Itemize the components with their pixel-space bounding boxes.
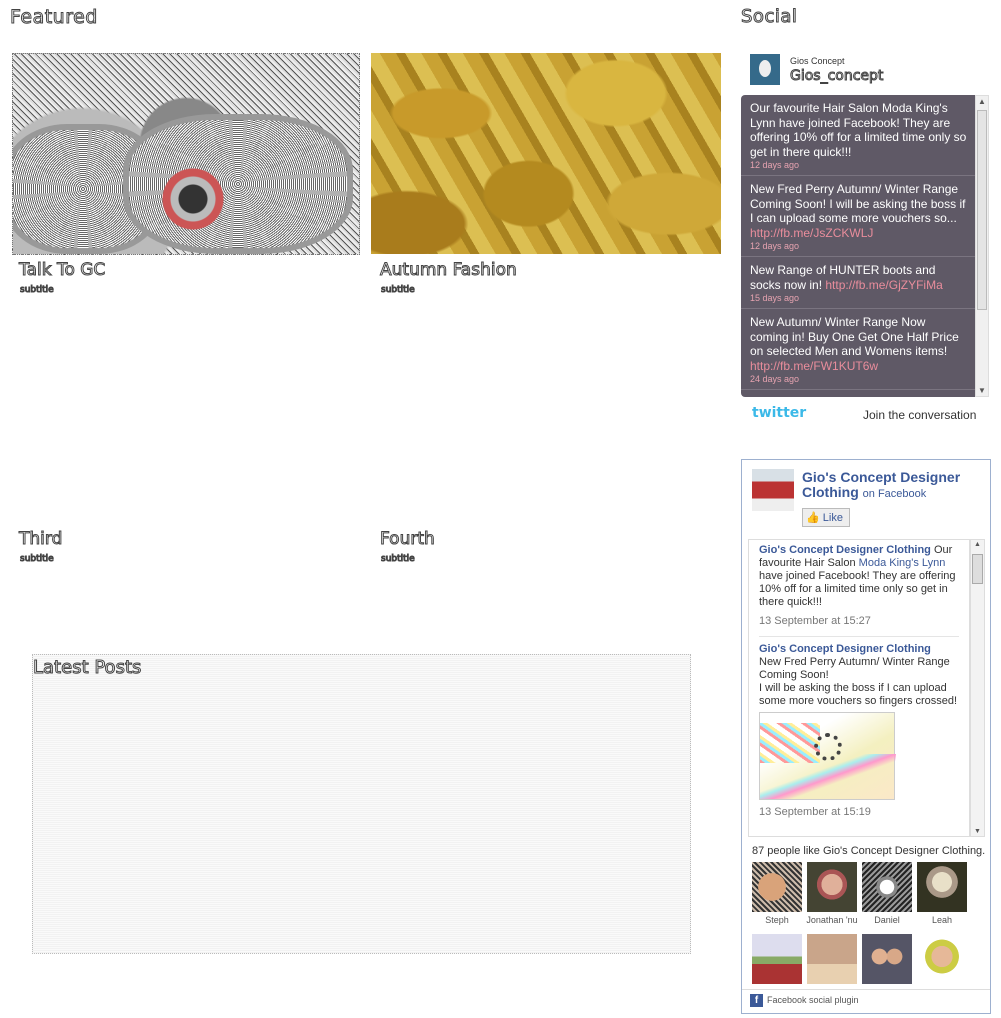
tweet-time[interactable]: 15 days ago bbox=[750, 292, 967, 304]
post-mention-link[interactable]: Moda King's Lynn bbox=[859, 557, 946, 569]
tweet-text: Our favourite Hair Salon Moda King's Lyn… bbox=[750, 101, 967, 159]
tweet-link[interactable]: http://fb.me/GjZYFiMa bbox=[825, 278, 942, 292]
twitter-feed[interactable]: Our favourite Hair Salon Moda King's Lyn… bbox=[741, 95, 975, 397]
facebook-post: Gio's Concept Designer Clothing New Fred… bbox=[759, 643, 959, 827]
fan-name[interactable]: Daniel bbox=[859, 915, 915, 925]
post-title-3[interactable]: Third bbox=[18, 529, 62, 550]
tweet-time[interactable]: 24 days ago bbox=[750, 373, 967, 385]
tweet-time[interactable]: 12 days ago bbox=[750, 240, 967, 252]
fan-avatar[interactable] bbox=[862, 862, 912, 912]
egg-icon bbox=[759, 60, 771, 77]
fan-avatar[interactable] bbox=[862, 934, 912, 984]
camera-reflection bbox=[153, 164, 233, 234]
tweet: New Fred Perry Autumn/ Winter Range Comi… bbox=[741, 176, 975, 257]
post-text: New Fred Perry Autumn/ Winter Range Comi… bbox=[759, 656, 950, 681]
post-text: have joined Facebook! They are offering … bbox=[759, 570, 956, 608]
facebook-page-thumbnail[interactable] bbox=[752, 469, 794, 511]
fan-avatar[interactable] bbox=[917, 934, 967, 984]
tweet: New Range of HUNTER boots and socks now … bbox=[741, 257, 975, 309]
page: Featured Talk To GC subtitle Autumn Fash… bbox=[0, 0, 1001, 1018]
post-text: I will be asking the boss if I can uploa… bbox=[759, 682, 958, 707]
facebook-plugin-footer[interactable]: f Facebook social plugin bbox=[742, 989, 990, 1013]
facebook-like-box: Gio's Concept Designer Clothing on Faceb… bbox=[741, 459, 991, 1014]
post-subtitle-2: subtitle bbox=[381, 285, 416, 296]
tweet-text: New Fred Perry Autumn/ Winter Range Comi… bbox=[750, 182, 966, 225]
tweet-link[interactable]: http://fb.me/FW1KUT6w bbox=[750, 359, 878, 373]
fan-avatar[interactable] bbox=[917, 862, 967, 912]
post-title-1[interactable]: Talk To GC bbox=[18, 260, 105, 281]
tweet: Our favourite Hair Salon Moda King's Lyn… bbox=[741, 95, 975, 176]
scroll-up-icon[interactable]: ▲ bbox=[974, 541, 981, 548]
like-label: Like bbox=[822, 512, 843, 524]
tweet: New Autumn/ Winter Range Now coming in! … bbox=[741, 309, 975, 390]
featured-image-talk-to-gc[interactable] bbox=[12, 53, 360, 255]
twitter-handle[interactable]: Gios_concept bbox=[789, 68, 883, 85]
twitter-logo[interactable]: twitter bbox=[752, 405, 806, 421]
facebook-stream[interactable]: Gio's Concept Designer Clothing Our favo… bbox=[748, 539, 970, 837]
tweet-time[interactable]: 12 days ago bbox=[750, 159, 967, 171]
post-author[interactable]: Gio's Concept Designer Clothing bbox=[759, 544, 931, 556]
social-heading: Social bbox=[740, 6, 798, 28]
post-date[interactable]: 13 September at 15:27 bbox=[759, 615, 959, 628]
facebook-post: Gio's Concept Designer Clothing Our favo… bbox=[759, 544, 959, 637]
tweet-link[interactable]: http://fb.me/JsZCKWLJ bbox=[750, 226, 873, 240]
latest-posts-heading: Latest Posts bbox=[32, 657, 142, 679]
facebook-f-icon: f bbox=[750, 994, 763, 1007]
post-subtitle-4: subtitle bbox=[381, 554, 416, 565]
scroll-up-icon[interactable]: ▲ bbox=[978, 97, 986, 106]
scrollbar-thumb[interactable] bbox=[972, 554, 983, 584]
post-title-2[interactable]: Autumn Fashion bbox=[380, 260, 518, 281]
latest-posts-panel: Latest Posts bbox=[32, 654, 691, 954]
fan-avatar[interactable] bbox=[752, 934, 802, 984]
featured-image-autumn-fashion[interactable] bbox=[371, 53, 721, 254]
join-conversation-link[interactable]: Join the conversation bbox=[863, 408, 976, 422]
scroll-down-icon[interactable]: ▼ bbox=[974, 828, 981, 835]
post-subtitle-3: subtitle bbox=[20, 554, 55, 565]
twitter-profile-header[interactable]: Gios Concept Gios_concept bbox=[750, 52, 990, 92]
fan-avatar[interactable] bbox=[807, 862, 857, 912]
post-date[interactable]: 13 September at 15:19 bbox=[759, 806, 959, 819]
fan-name[interactable]: Jonathan 'nu bbox=[804, 915, 860, 925]
post-subtitle-1: subtitle bbox=[20, 285, 55, 296]
facebook-stream-scrollbar[interactable]: ▲ ▼ bbox=[970, 539, 985, 837]
facebook-plugin-label[interactable]: Facebook social plugin bbox=[767, 995, 859, 1005]
post-image[interactable] bbox=[759, 712, 896, 800]
twitter-scrollbar[interactable]: ▲ ▼ bbox=[975, 95, 989, 397]
stripe-graphic bbox=[760, 754, 896, 799]
featured-heading: Featured bbox=[10, 6, 98, 29]
on-facebook-label[interactable]: on Facebook bbox=[863, 488, 927, 500]
facebook-page-name[interactable]: Gio's Concept Designer Clothing on Faceb… bbox=[802, 470, 982, 502]
scroll-down-icon[interactable]: ▼ bbox=[978, 386, 986, 395]
likes-count: 87 people like Gio's Concept Designer Cl… bbox=[752, 845, 986, 857]
twitter-account-name[interactable]: Gios Concept bbox=[790, 56, 845, 66]
like-button[interactable]: 👍 Like bbox=[802, 508, 850, 527]
fan-name[interactable]: Leah bbox=[914, 915, 970, 925]
fan-name[interactable]: Steph bbox=[749, 915, 805, 925]
scrollbar-thumb[interactable] bbox=[977, 110, 987, 310]
post-author[interactable]: Gio's Concept Designer Clothing bbox=[759, 643, 931, 655]
post-title-4[interactable]: Fourth bbox=[380, 529, 436, 550]
twitter-avatar[interactable] bbox=[750, 54, 780, 85]
fan-avatar[interactable] bbox=[752, 862, 802, 912]
fan-avatar[interactable] bbox=[807, 934, 857, 984]
tweet-text: New Autumn/ Winter Range Now coming in! … bbox=[750, 315, 959, 358]
